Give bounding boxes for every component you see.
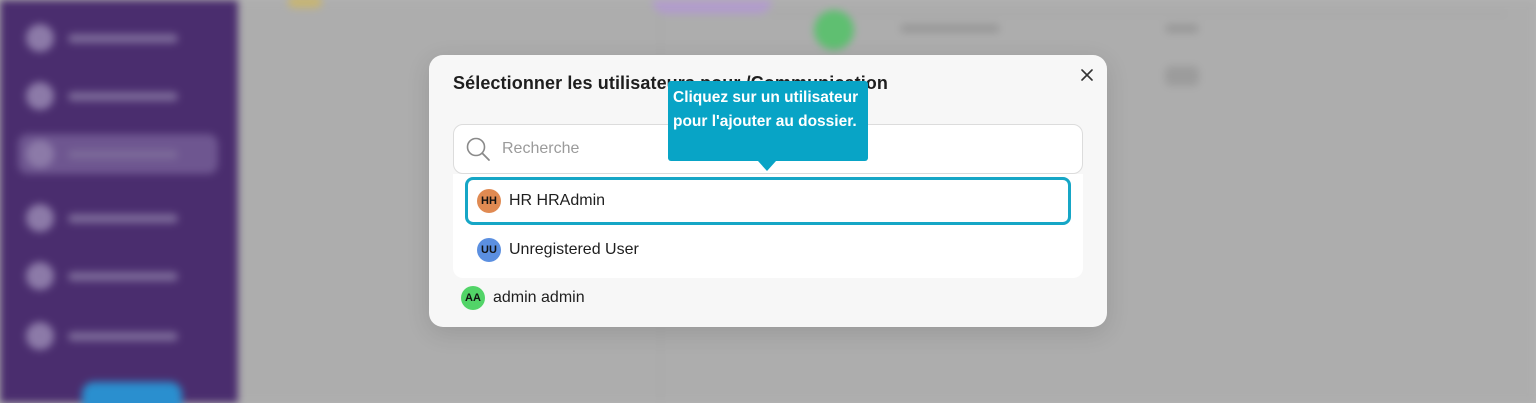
- user-name: Unregistered User: [509, 241, 639, 258]
- member-name: admin admin: [493, 289, 585, 306]
- sidebar-item: [18, 18, 218, 58]
- close-icon: [1081, 69, 1093, 81]
- user-option-unregistered-user[interactable]: UU Unregistered User: [465, 226, 1071, 274]
- placeholder-text: [1165, 24, 1199, 33]
- user-name: HR HRAdmin: [509, 192, 606, 209]
- placeholder-text: [900, 24, 1000, 33]
- sidebar-button: [82, 382, 182, 403]
- sidebar-item: [18, 76, 218, 116]
- onboarding-tooltip: Cliquez sur un utilisateur pour l'ajoute…: [668, 81, 868, 161]
- sidebar-item-active: [18, 134, 218, 174]
- avatar: HH: [477, 189, 501, 213]
- tooltip-arrow: [758, 161, 776, 171]
- sidebar-item: [18, 256, 218, 296]
- user-option-hr-hradmin[interactable]: HH HR HRAdmin: [465, 177, 1071, 225]
- folder-icon: [288, 0, 322, 8]
- sidebar-item: [18, 316, 218, 356]
- sidebar-item: [18, 198, 218, 238]
- close-button[interactable]: [1079, 67, 1095, 83]
- search-icon: [466, 137, 490, 161]
- top-tab: [652, 0, 772, 14]
- sidebar: [0, 0, 238, 403]
- member-admin-admin: AA admin admin: [461, 286, 585, 310]
- avatar: [814, 10, 854, 50]
- avatar: AA: [461, 286, 485, 310]
- avatar: UU: [477, 238, 501, 262]
- header-divider: [770, 13, 1506, 15]
- user-dropdown: HH HR HRAdmin UU Unregistered User: [453, 174, 1083, 278]
- placeholder-badge: [1165, 66, 1199, 86]
